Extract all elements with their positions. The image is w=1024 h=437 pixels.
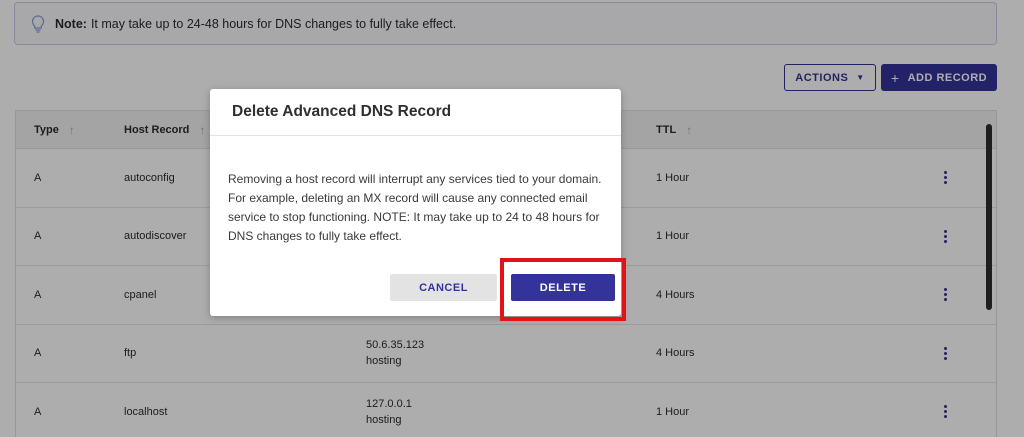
- dialog-title: Delete Advanced DNS Record: [210, 89, 621, 136]
- dialog-message: Removing a host record will interrupt an…: [228, 172, 602, 243]
- delete-record-dialog: Delete Advanced DNS Record Removing a ho…: [210, 89, 621, 316]
- delete-button[interactable]: DELETE: [511, 274, 615, 301]
- cancel-button[interactable]: CANCEL: [390, 274, 497, 301]
